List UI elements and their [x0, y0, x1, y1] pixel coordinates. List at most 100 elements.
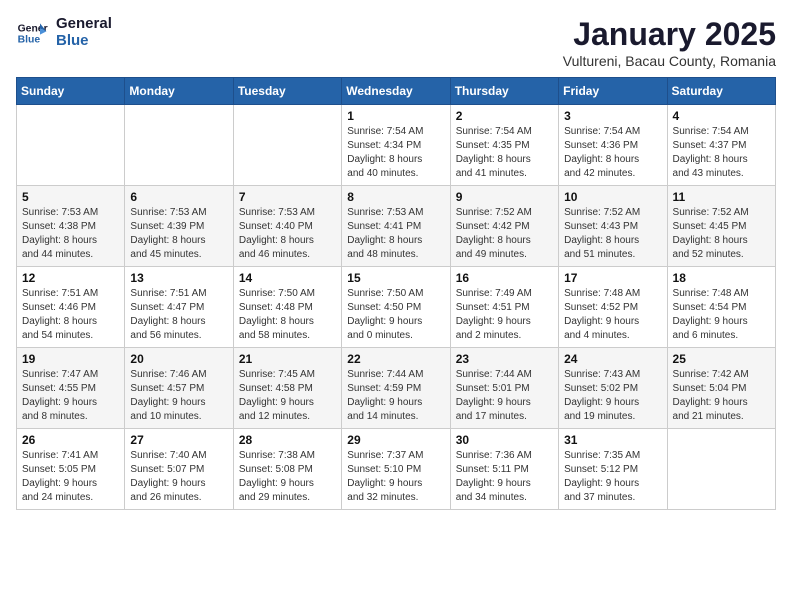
title-block: January 2025 Vultureni, Bacau County, Ro… [563, 16, 776, 69]
day-cell-24: 24 Sunrise: 7:43 AM Sunset: 5:02 PM Dayli… [559, 348, 667, 429]
day-info: Sunrise: 7:53 AM Sunset: 4:39 PM Dayligh… [130, 206, 227, 262]
empty-cell [233, 105, 341, 186]
day-cell-31: 31Sunrise: 7:35 AM Sunset: 5:12 PM Dayli… [559, 429, 667, 510]
day-cell-6: 6 Sunrise: 7:53 AM Sunset: 4:39 PM Daylig… [125, 186, 233, 267]
day-number: 10 [564, 190, 661, 204]
day-cell-21: 21 Sunrise: 7:45 AM Sunset: 4:58 PM Dayli… [233, 348, 341, 429]
day-cell-11: 11Sunrise: 7:52 AM Sunset: 4:45 PM Dayli… [667, 186, 775, 267]
day-info: Sunrise: 7:52 AM Sunset: 4:43 PM Dayligh… [564, 206, 661, 262]
day-number: 2 [456, 109, 553, 123]
day-number: 20 [130, 352, 227, 366]
day-cell-26: 26Sunrise: 7:41 AM Sunset: 5:05 PM Dayli… [17, 429, 125, 510]
day-cell-18: 18 Sunrise: 7:48 AM Sunset: 4:54 PM Dayli… [667, 267, 775, 348]
day-number: 21 [239, 352, 336, 366]
calendar-table: SundayMondayTuesdayWednesdayThursdayFrid… [16, 77, 776, 510]
day-info: Sunrise: 7:54 AM Sunset: 4:37 PM Dayligh… [673, 125, 770, 181]
page-header: General Blue General Blue January 2025 V… [16, 16, 776, 69]
day-info: Sunrise: 7:48 AM Sunset: 4:54 PM Dayligh… [673, 287, 770, 343]
day-info: Sunrise: 7:47 AM Sunset: 4:55 PM Dayligh… [22, 368, 119, 424]
day-cell-20: 20 Sunrise: 7:46 AM Sunset: 4:57 PM Dayli… [125, 348, 233, 429]
day-info: Sunrise: 7:36 AM Sunset: 5:11 PM Dayligh… [456, 449, 553, 505]
header-row: SundayMondayTuesdayWednesdayThursdayFrid… [17, 78, 776, 105]
day-info: Sunrise: 7:53 AM Sunset: 4:41 PM Dayligh… [347, 206, 444, 262]
logo: General Blue General Blue [16, 16, 112, 49]
day-cell-25: 25Sunrise: 7:42 AM Sunset: 5:04 PM Dayli… [667, 348, 775, 429]
day-number: 4 [673, 109, 770, 123]
day-number: 7 [239, 190, 336, 204]
day-number: 30 [456, 433, 553, 447]
day-number: 13 [130, 271, 227, 285]
day-info: Sunrise: 7:45 AM Sunset: 4:58 PM Dayligh… [239, 368, 336, 424]
day-number: 29 [347, 433, 444, 447]
day-cell-5: 5 Sunrise: 7:53 AM Sunset: 4:38 PM Daylig… [17, 186, 125, 267]
day-cell-10: 10 Sunrise: 7:52 AM Sunset: 4:43 PM Dayli… [559, 186, 667, 267]
day-number: 14 [239, 271, 336, 285]
day-cell-9: 9 Sunrise: 7:52 AM Sunset: 4:42 PM Daylig… [450, 186, 558, 267]
day-cell-2: 2 Sunrise: 7:54 AM Sunset: 4:35 PM Daylig… [450, 105, 558, 186]
day-number: 24 [564, 352, 661, 366]
day-number: 23 [456, 352, 553, 366]
day-info: Sunrise: 7:52 AM Sunset: 4:42 PM Dayligh… [456, 206, 553, 262]
day-number: 25 [673, 352, 770, 366]
day-info: Sunrise: 7:50 AM Sunset: 4:50 PM Dayligh… [347, 287, 444, 343]
day-cell-1: 1 Sunrise: 7:54 AM Sunset: 4:34 PM Daylig… [342, 105, 450, 186]
day-info: Sunrise: 7:38 AM Sunset: 5:08 PM Dayligh… [239, 449, 336, 505]
day-number: 22 [347, 352, 444, 366]
day-cell-15: 15Sunrise: 7:50 AM Sunset: 4:50 PM Dayli… [342, 267, 450, 348]
day-number: 17 [564, 271, 661, 285]
day-cell-4: 4 Sunrise: 7:54 AM Sunset: 4:37 PM Daylig… [667, 105, 775, 186]
svg-text:Blue: Blue [18, 34, 41, 45]
day-info: Sunrise: 7:37 AM Sunset: 5:10 PM Dayligh… [347, 449, 444, 505]
header-cell-wednesday: Wednesday [342, 78, 450, 105]
day-info: Sunrise: 7:40 AM Sunset: 5:07 PM Dayligh… [130, 449, 227, 505]
day-info: Sunrise: 7:50 AM Sunset: 4:48 PM Dayligh… [239, 287, 336, 343]
header-cell-tuesday: Tuesday [233, 78, 341, 105]
day-number: 5 [22, 190, 119, 204]
week-row: 26Sunrise: 7:41 AM Sunset: 5:05 PM Dayli… [17, 429, 776, 510]
day-number: 27 [130, 433, 227, 447]
day-info: Sunrise: 7:46 AM Sunset: 4:57 PM Dayligh… [130, 368, 227, 424]
week-row: 1 Sunrise: 7:54 AM Sunset: 4:34 PM Daylig… [17, 105, 776, 186]
day-info: Sunrise: 7:54 AM Sunset: 4:36 PM Dayligh… [564, 125, 661, 181]
day-info: Sunrise: 7:53 AM Sunset: 4:38 PM Dayligh… [22, 206, 119, 262]
day-cell-23: 23Sunrise: 7:44 AM Sunset: 5:01 PM Dayli… [450, 348, 558, 429]
day-number: 12 [22, 271, 119, 285]
day-cell-28: 28 Sunrise: 7:38 AM Sunset: 5:08 PM Dayli… [233, 429, 341, 510]
day-cell-17: 17Sunrise: 7:48 AM Sunset: 4:52 PM Dayli… [559, 267, 667, 348]
day-cell-14: 14 Sunrise: 7:50 AM Sunset: 4:48 PM Dayli… [233, 267, 341, 348]
day-number: 8 [347, 190, 444, 204]
header-cell-friday: Friday [559, 78, 667, 105]
day-number: 28 [239, 433, 336, 447]
day-info: Sunrise: 7:41 AM Sunset: 5:05 PM Dayligh… [22, 449, 119, 505]
day-cell-13: 13 Sunrise: 7:51 AM Sunset: 4:47 PM Dayli… [125, 267, 233, 348]
day-number: 19 [22, 352, 119, 366]
day-cell-27: 27 Sunrise: 7:40 AM Sunset: 5:07 PM Dayli… [125, 429, 233, 510]
location-subtitle: Vultureni, Bacau County, Romania [563, 53, 776, 69]
day-number: 3 [564, 109, 661, 123]
day-number: 18 [673, 271, 770, 285]
day-cell-19: 19 Sunrise: 7:47 AM Sunset: 4:55 PM Dayli… [17, 348, 125, 429]
day-cell-7: 7Sunrise: 7:53 AM Sunset: 4:40 PM Daylig… [233, 186, 341, 267]
header-cell-saturday: Saturday [667, 78, 775, 105]
logo-line2: Blue [56, 33, 112, 50]
day-info: Sunrise: 7:54 AM Sunset: 4:35 PM Dayligh… [456, 125, 553, 181]
day-info: Sunrise: 7:49 AM Sunset: 4:51 PM Dayligh… [456, 287, 553, 343]
header-cell-monday: Monday [125, 78, 233, 105]
day-info: Sunrise: 7:51 AM Sunset: 4:47 PM Dayligh… [130, 287, 227, 343]
empty-cell [125, 105, 233, 186]
day-info: Sunrise: 7:44 AM Sunset: 4:59 PM Dayligh… [347, 368, 444, 424]
empty-cell [17, 105, 125, 186]
day-info: Sunrise: 7:51 AM Sunset: 4:46 PM Dayligh… [22, 287, 119, 343]
day-cell-16: 16 Sunrise: 7:49 AM Sunset: 4:51 PM Dayli… [450, 267, 558, 348]
day-number: 11 [673, 190, 770, 204]
day-number: 1 [347, 109, 444, 123]
week-row: 5 Sunrise: 7:53 AM Sunset: 4:38 PM Daylig… [17, 186, 776, 267]
day-cell-29: 29 Sunrise: 7:37 AM Sunset: 5:10 PM Dayli… [342, 429, 450, 510]
day-info: Sunrise: 7:54 AM Sunset: 4:34 PM Dayligh… [347, 125, 444, 181]
day-number: 6 [130, 190, 227, 204]
day-info: Sunrise: 7:43 AM Sunset: 5:02 PM Dayligh… [564, 368, 661, 424]
day-info: Sunrise: 7:35 AM Sunset: 5:12 PM Dayligh… [564, 449, 661, 505]
day-number: 9 [456, 190, 553, 204]
logo-icon: General Blue [16, 17, 48, 49]
day-number: 16 [456, 271, 553, 285]
